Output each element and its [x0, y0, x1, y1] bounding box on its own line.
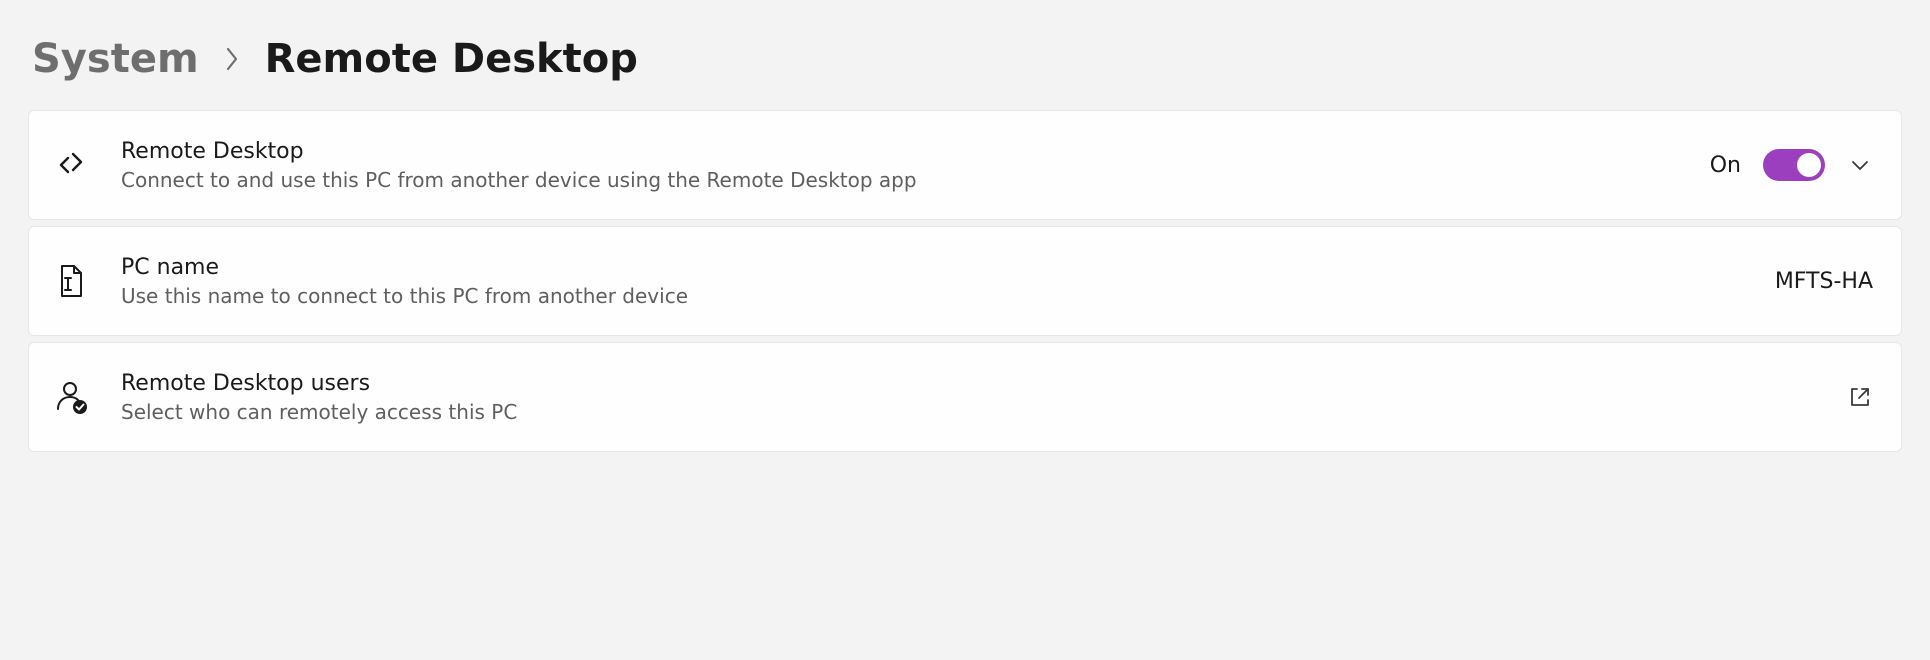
page-title: Remote Desktop [265, 36, 638, 82]
card-description: Connect to and use this PC from another … [121, 168, 1680, 192]
remote-desktop-users-card[interactable]: Remote Desktop users Select who can remo… [28, 342, 1902, 452]
card-text: Remote Desktop Connect to and use this P… [121, 139, 1680, 192]
remote-desktop-toggle[interactable] [1763, 149, 1825, 181]
document-rename-icon [51, 261, 91, 301]
chevron-right-icon [223, 45, 241, 73]
toggle-status-label: On [1710, 153, 1741, 178]
card-title: Remote Desktop [121, 139, 1680, 164]
card-text: PC name Use this name to connect to this… [121, 255, 1745, 308]
remote-desktop-card[interactable]: Remote Desktop Connect to and use this P… [28, 110, 1902, 220]
card-title: Remote Desktop users [121, 371, 1817, 396]
card-description: Select who can remotely access this PC [121, 400, 1817, 424]
users-verified-icon [51, 377, 91, 417]
pc-name-card[interactable]: PC name Use this name to connect to this… [28, 226, 1902, 336]
pc-name-value: MFTS-HA [1775, 269, 1873, 294]
chevron-down-icon[interactable] [1847, 152, 1873, 178]
open-external-icon[interactable] [1847, 384, 1873, 410]
breadcrumb-parent[interactable]: System [32, 36, 199, 82]
card-text: Remote Desktop users Select who can remo… [121, 371, 1817, 424]
card-title: PC name [121, 255, 1745, 280]
breadcrumb: System Remote Desktop [28, 36, 1902, 82]
card-description: Use this name to connect to this PC from… [121, 284, 1745, 308]
remote-desktop-icon [51, 145, 91, 185]
